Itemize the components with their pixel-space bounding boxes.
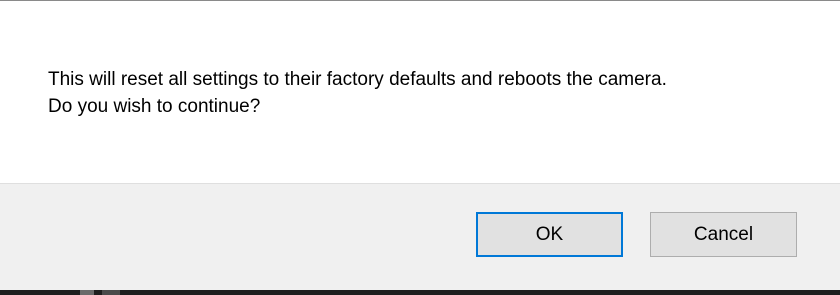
message-area: This will reset all settings to their fa… — [0, 1, 840, 183]
button-bar: OK Cancel — [0, 183, 840, 290]
message-line-2: Do you wish to continue? — [48, 96, 261, 117]
taskbar-item — [102, 290, 120, 295]
message-line-1: This will reset all settings to their fa… — [48, 69, 667, 90]
confirm-reset-dialog: This will reset all settings to their fa… — [0, 0, 840, 295]
taskbar-strip — [0, 290, 840, 295]
cancel-button[interactable]: Cancel — [650, 212, 797, 257]
taskbar-item — [80, 290, 94, 295]
ok-button[interactable]: OK — [476, 212, 623, 257]
dialog-message: This will reset all settings to their fa… — [48, 66, 667, 120]
